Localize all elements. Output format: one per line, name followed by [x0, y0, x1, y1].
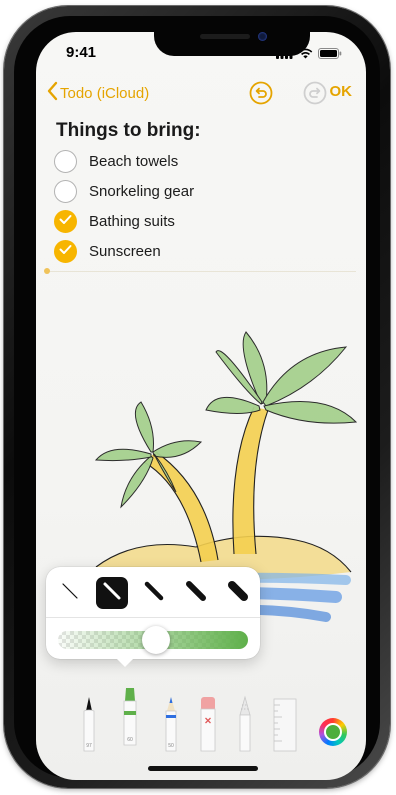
checkmark-icon	[59, 242, 72, 260]
marker-tool-selected[interactable]: 60	[120, 685, 140, 752]
checklist-item-label[interactable]: Sunscreen	[89, 243, 161, 260]
thin-stroke-icon	[60, 581, 80, 606]
pencil-tool-label: 50	[168, 743, 174, 749]
pen-tool[interactable]: 97	[80, 693, 98, 758]
medium-stroke-icon	[102, 581, 122, 606]
home-indicator	[148, 766, 258, 771]
phone-notch	[154, 26, 310, 56]
thick-stroke-icon	[144, 581, 164, 606]
stroke-width-option[interactable]	[180, 577, 212, 609]
thicker-stroke-icon	[186, 580, 206, 606]
popover-arrow	[116, 658, 134, 667]
note-title: Things to bring:	[56, 120, 201, 141]
status-time: 9:41	[66, 44, 97, 61]
navigation-bar: Todo (iCloud) OK	[36, 80, 366, 110]
checklist: Beach towels Snorkeling gear Bathing sui…	[54, 146, 194, 266]
front-camera	[258, 32, 267, 41]
checklist-item: Sunscreen	[54, 236, 194, 266]
stroke-width-option[interactable]	[138, 577, 170, 609]
current-color-swatch	[324, 723, 342, 741]
color-picker-button[interactable]	[319, 718, 347, 746]
undo-button[interactable]	[248, 80, 274, 106]
checkbox-checked[interactable]	[54, 209, 77, 233]
popover-divider	[46, 617, 260, 618]
speaker-grille	[200, 34, 250, 39]
ruler-tool[interactable]	[272, 693, 298, 758]
checklist-item-label[interactable]: Bathing suits	[89, 213, 175, 230]
checkmark-icon	[59, 212, 72, 230]
undo-icon	[248, 81, 274, 110]
checklist-item: Snorkeling gear	[54, 176, 194, 206]
notes-screen: 9:41 Todo (iCloud) OK Things to bring: B…	[36, 32, 366, 780]
tool-palette: 97 60 50	[36, 672, 366, 780]
stroke-width-option-selected[interactable]	[96, 577, 128, 609]
back-button[interactable]: Todo (iCloud)	[46, 81, 149, 105]
stroke-width-option[interactable]	[54, 577, 86, 609]
checkbox-unchecked[interactable]	[54, 179, 77, 203]
opacity-slider[interactable]	[58, 626, 248, 654]
checklist-item: Bathing suits	[54, 206, 194, 236]
redo-icon	[302, 81, 328, 110]
opacity-slider-thumb[interactable]	[142, 626, 170, 654]
checkbox-unchecked[interactable]	[54, 149, 77, 173]
redo-button[interactable]	[302, 80, 328, 106]
stroke-width-options	[54, 577, 254, 609]
back-button-label: Todo (iCloud)	[60, 84, 150, 102]
eraser-tool[interactable]	[198, 693, 218, 758]
checklist-item-label[interactable]: Beach towels	[89, 153, 178, 170]
checkbox-checked[interactable]	[54, 239, 77, 263]
drawing-resize-handle[interactable]	[44, 268, 50, 274]
chevron-left-icon	[46, 81, 58, 105]
marker-tool-label: 60	[127, 737, 133, 743]
stroke-width-option[interactable]	[222, 577, 254, 609]
checklist-item-label[interactable]: Snorkeling gear	[89, 183, 194, 200]
checklist-item: Beach towels	[54, 146, 194, 176]
thickest-stroke-icon	[228, 580, 248, 606]
drawing-separator	[46, 271, 356, 272]
lasso-tool[interactable]	[236, 693, 254, 758]
battery-icon	[318, 46, 342, 64]
ok-button[interactable]: OK	[330, 83, 353, 100]
pencil-tool[interactable]: 50	[162, 693, 180, 758]
pen-tool-label: 97	[86, 743, 92, 749]
stroke-options-popover	[46, 567, 260, 659]
